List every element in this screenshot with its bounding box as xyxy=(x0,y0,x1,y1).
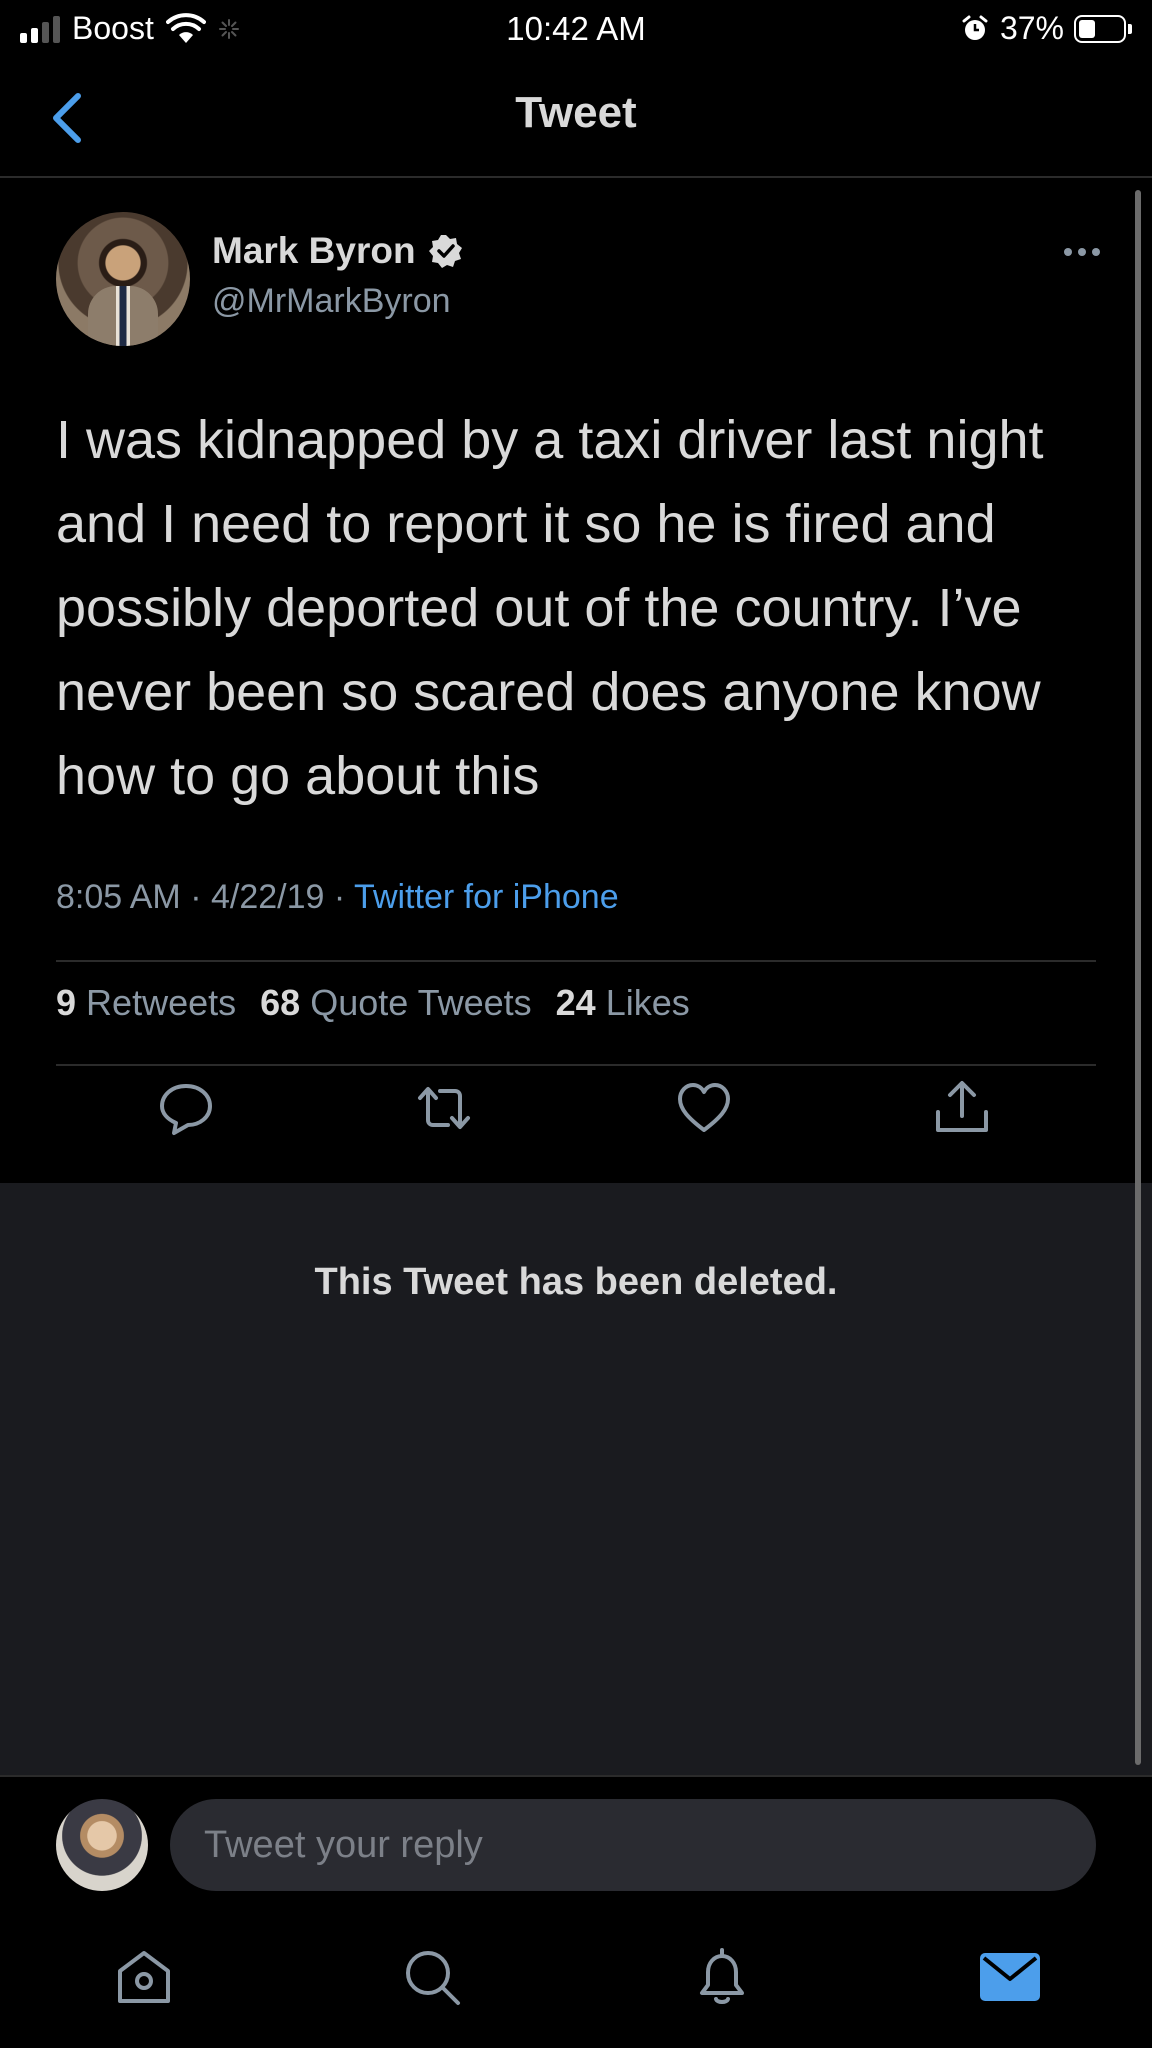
search-icon[interactable] xyxy=(400,1945,464,2009)
tweet-stats: 9 Retweets 68 Quote Tweets 24 Likes xyxy=(56,982,690,1024)
reply-icon[interactable] xyxy=(156,1078,216,1138)
author-display-name[interactable]: Mark Byron xyxy=(212,230,416,272)
user-avatar[interactable] xyxy=(56,1799,148,1891)
battery-nub xyxy=(1128,23,1132,34)
deleted-tweet-notice: This Tweet has been deleted. xyxy=(314,1261,838,1303)
home-icon[interactable] xyxy=(112,1945,176,2009)
status-bar: Boost 10:42 AM 37% xyxy=(0,0,1152,58)
scrollbar[interactable] xyxy=(1135,190,1141,1765)
likes-stat[interactable]: 24 Likes xyxy=(556,982,690,1024)
tab-bar xyxy=(0,1895,1152,2048)
tweet-actions xyxy=(0,1078,1152,1158)
tweet-source-link[interactable]: Twitter for iPhone xyxy=(354,878,619,916)
messages-icon[interactable] xyxy=(978,1945,1042,2009)
battery-icon xyxy=(1074,14,1126,43)
nav-bar: Tweet xyxy=(0,58,1152,178)
more-options-icon[interactable] xyxy=(1064,248,1100,256)
reply-bar xyxy=(0,1775,1152,1895)
tweet-detail: Mark Byron @MrMarkByron I was kidnapped … xyxy=(0,178,1152,1183)
retweets-label: Retweets xyxy=(86,982,237,1023)
tweet-date: 4/22/19 xyxy=(210,878,325,916)
author-handle[interactable]: @MrMarkByron xyxy=(212,282,451,321)
like-icon[interactable] xyxy=(674,1078,734,1138)
retweet-icon[interactable] xyxy=(414,1078,474,1138)
likes-count: 24 xyxy=(555,982,596,1023)
tweet-text: I was kidnapped by a taxi driver last ni… xyxy=(56,410,1044,806)
retweets-count: 9 xyxy=(56,982,77,1023)
quote-tweets-count: 68 xyxy=(260,982,301,1023)
author-avatar[interactable] xyxy=(56,212,190,346)
reply-input[interactable] xyxy=(170,1799,1096,1891)
quote-tweets-label: Quote Tweets xyxy=(310,982,532,1023)
tweet-meta: 8:05 AM · 4/22/19 · Twitter for iPhone xyxy=(56,878,619,916)
divider xyxy=(56,960,1096,962)
notifications-icon[interactable] xyxy=(690,1945,754,2009)
author-name-row: Mark Byron xyxy=(212,230,464,272)
verified-badge-icon xyxy=(428,235,462,268)
share-icon[interactable] xyxy=(932,1078,992,1138)
quote-tweets-stat[interactable]: 68 Quote Tweets xyxy=(260,982,532,1024)
status-right: 37% xyxy=(960,10,1132,47)
alarm-icon xyxy=(962,15,988,40)
page-title: Tweet xyxy=(515,88,637,137)
deleted-tweet-area: This Tweet has been deleted. xyxy=(0,1183,1152,1775)
retweets-stat[interactable]: 9 Retweets xyxy=(56,982,236,1024)
divider xyxy=(56,1064,1096,1066)
likes-label: Likes xyxy=(605,982,690,1023)
battery-percent: 37% xyxy=(999,10,1064,46)
tweet-time: 8:05 AM xyxy=(56,878,181,916)
